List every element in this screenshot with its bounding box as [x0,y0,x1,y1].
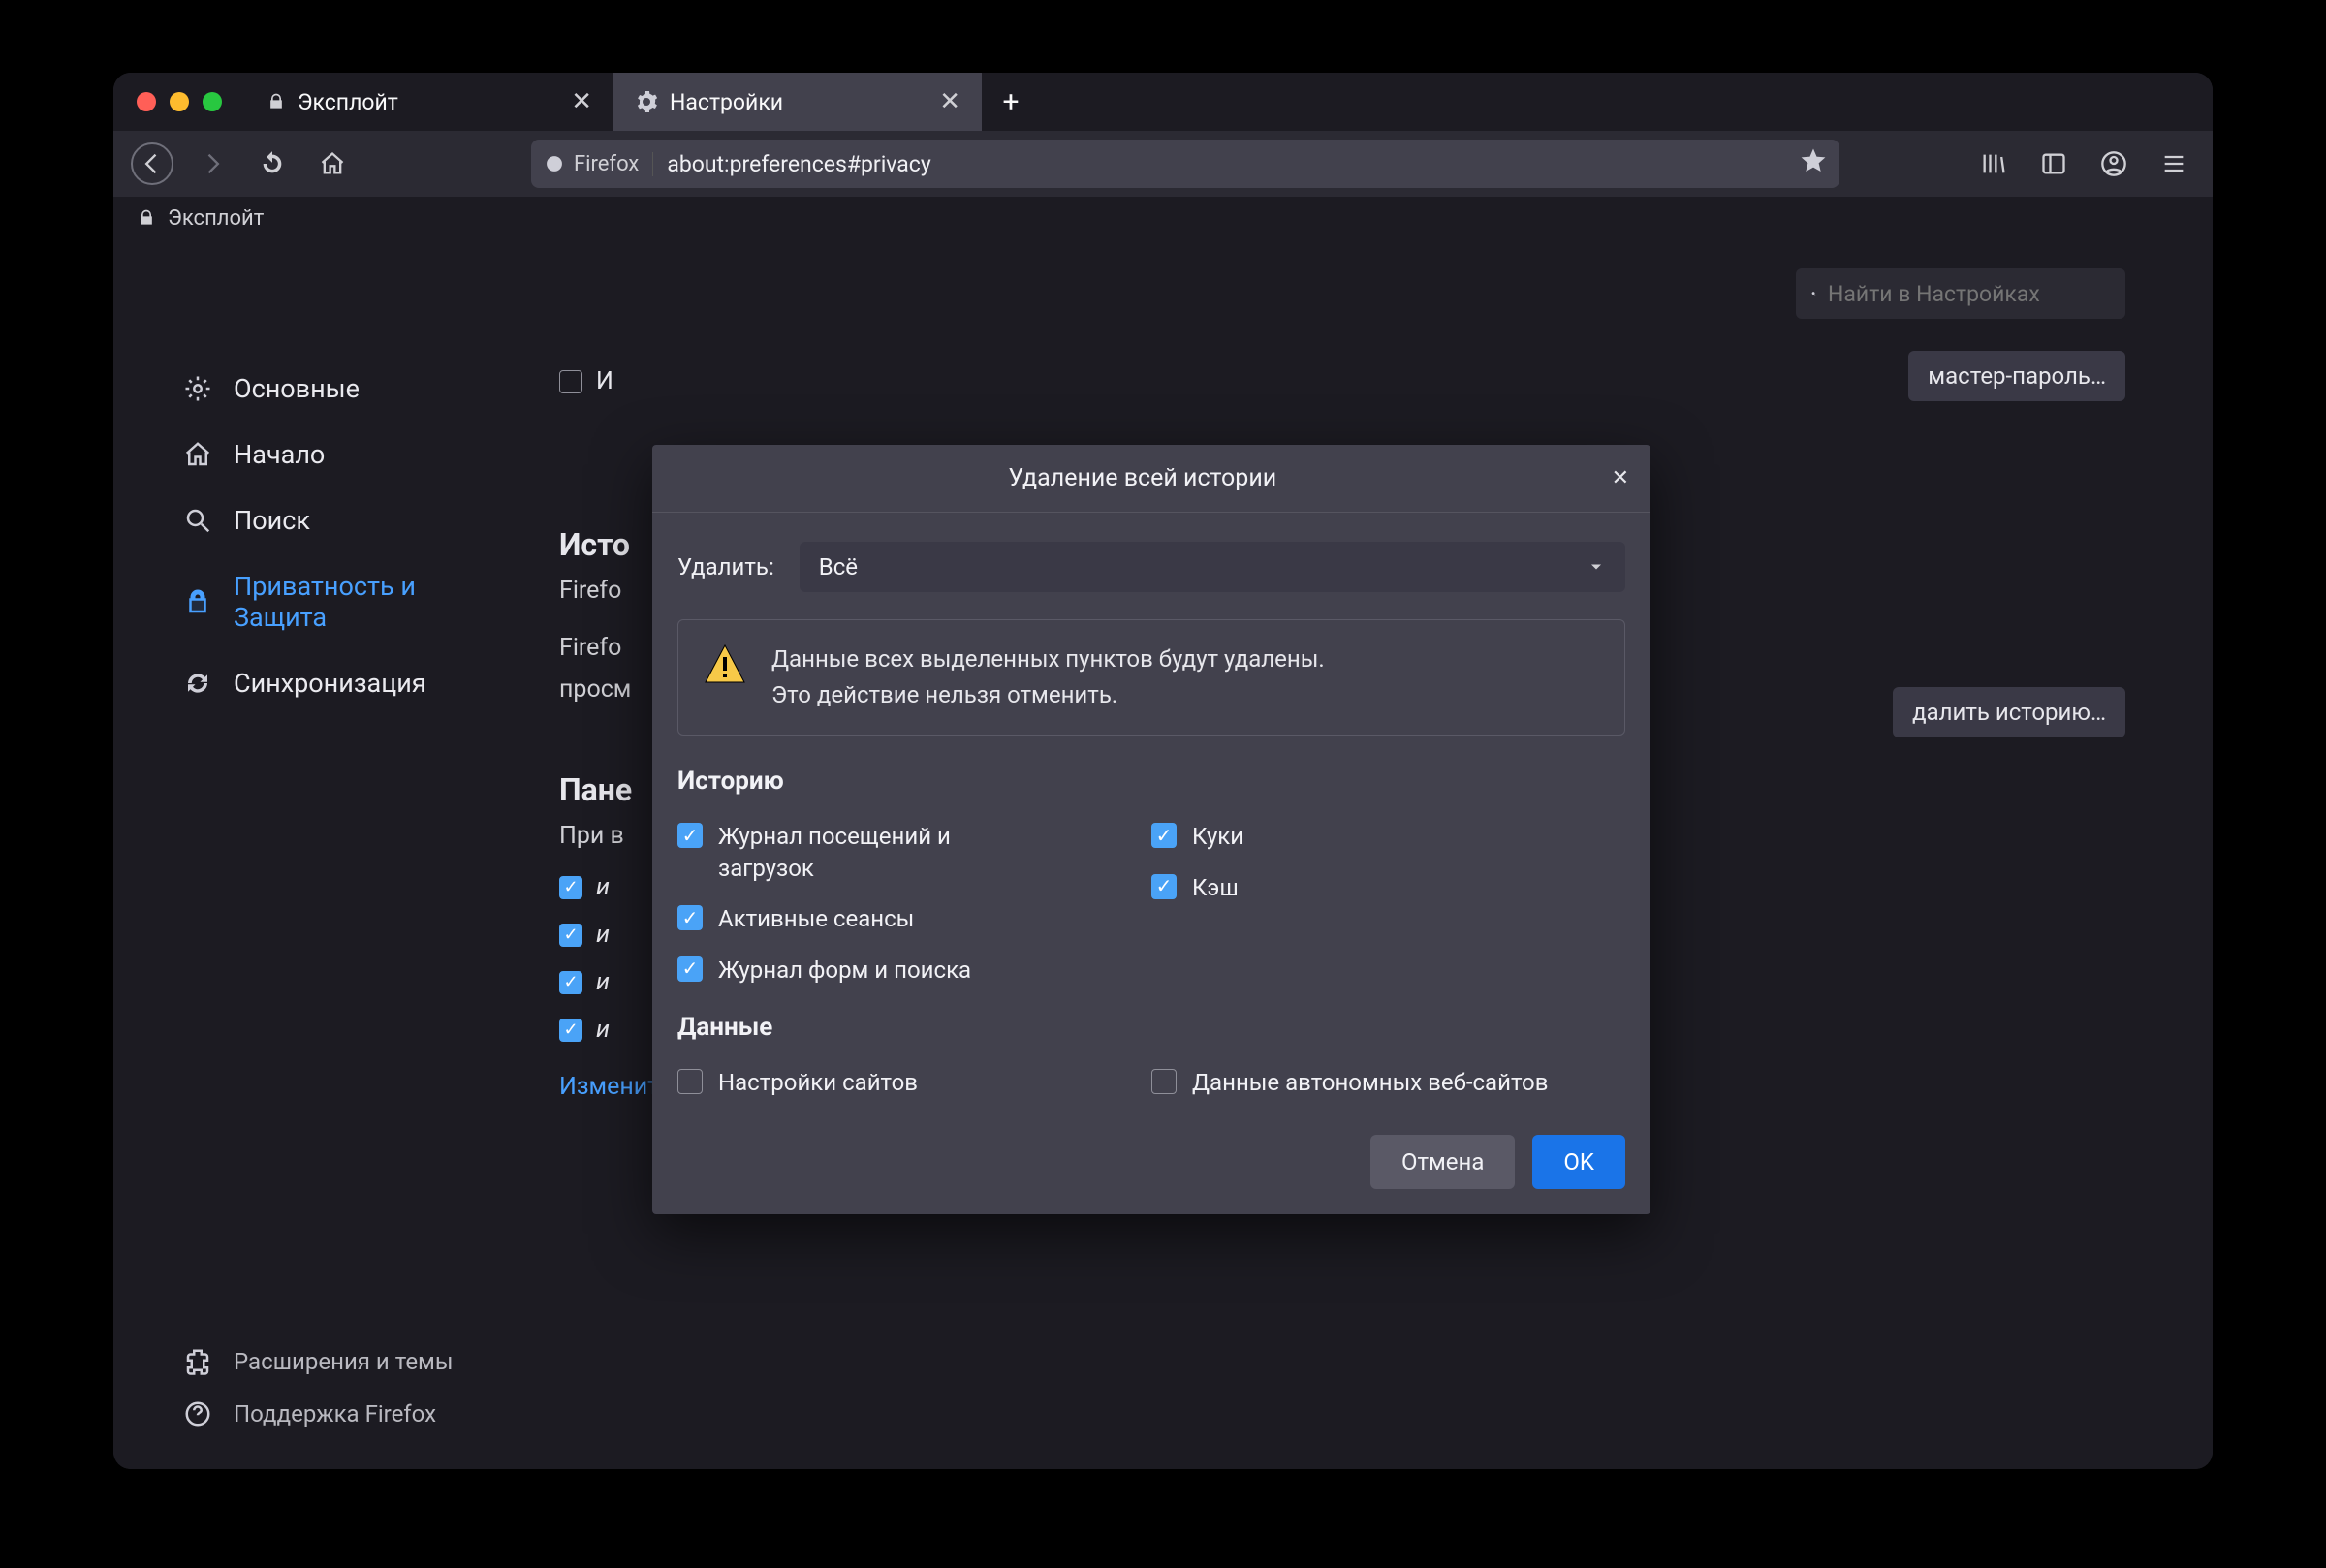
checkbox-sessions[interactable]: Активные сеансы [677,894,1151,944]
identity-label: Firefox [574,152,639,176]
master-password-button[interactable]: мастер-пароль… [1908,351,2125,401]
new-tab-button[interactable]: + [982,85,1040,119]
timerange-label: Удалить: [677,553,774,580]
checkbox-visits[interactable]: Журнал посещений и загрузок [677,811,1151,894]
search-icon [1811,284,1816,303]
home-button[interactable] [311,142,354,185]
close-icon[interactable]: ✕ [939,87,960,116]
tab-exploit[interactable]: Эксплойт ✕ [245,73,613,131]
cancel-button[interactable]: Отмена [1370,1135,1515,1189]
warning-line: Это действие нельзя отменить. [771,677,1325,713]
forward-button[interactable] [191,142,234,185]
dialog-titlebar: Удаление всей истории ✕ [652,445,1650,513]
checkbox-label: Журнал посещений и загрузок [718,821,990,884]
preferences-content: Основные Начало Поиск Приватность и Защи… [113,239,2213,1469]
sidebar-item-privacy[interactable]: Приватность и Защита [172,553,540,650]
checkbox-label: Куки [1192,821,1243,852]
checkbox-cookies[interactable]: Куки [1151,811,1625,862]
close-icon[interactable]: ✕ [1612,466,1629,490]
lock-icon [267,92,286,111]
sidebar-item-label: Приватность и Защита [234,571,486,633]
chevron-down-icon [1587,557,1606,577]
preferences-sidebar: Основные Начало Поиск Приватность и Защи… [113,239,559,1469]
warning-box: Данные всех выделенных пунктов будут уда… [677,619,1625,736]
select-value: Всё [819,553,858,580]
checkbox-label: Настройки сайтов [718,1067,918,1098]
group-heading-data: Данные [677,1013,1625,1042]
menu-icon[interactable] [2153,142,2195,185]
sidebar-item-label: Синхронизация [234,668,426,699]
tab-settings[interactable]: Настройки ✕ [613,73,982,131]
lock-icon [137,208,156,228]
sidebar-item-addons[interactable]: Расширения и темы [172,1335,465,1388]
back-button[interactable] [131,142,173,185]
tab-strip: Эксплойт ✕ Настройки ✕ + [113,73,2213,131]
maximize-window-icon[interactable] [203,92,222,111]
sidebar-item-home[interactable]: Начало [172,422,540,487]
warning-icon [702,642,748,688]
checkbox-offline-data[interactable]: Данные автономных веб-сайтов [1151,1057,1625,1108]
checkbox-label: Данные автономных веб-сайтов [1192,1067,1548,1098]
address-text: about:preferences#privacy [667,151,1787,177]
sidebar-icon[interactable] [2032,142,2075,185]
close-icon[interactable]: ✕ [571,87,592,116]
library-icon[interactable] [1972,142,2015,185]
checkbox-label: Журнал форм и поиска [718,955,971,986]
sidebar-item-label: Основные [234,373,360,404]
sidebar-item-label: Начало [234,439,325,470]
checkbox-label: Активные сеансы [718,903,914,934]
tab-label: Эксплойт [298,89,398,115]
account-icon[interactable] [2092,142,2135,185]
nav-toolbar: Firefox about:preferences#privacy [113,131,2213,197]
tab-label: Настройки [670,89,783,115]
checkbox-forms[interactable]: Журнал форм и поиска [677,945,1151,995]
clear-history-button[interactable]: далить историю… [1893,687,2125,737]
identity-box[interactable]: Firefox [545,152,653,176]
reload-button[interactable] [251,142,294,185]
browser-window: Эксплойт ✕ Настройки ✕ + Firefox [113,73,2213,1469]
sidebar-item-general[interactable]: Основные [172,356,540,422]
warning-line: Данные всех выделенных пунктов будут уда… [771,642,1325,677]
sidebar-item-search[interactable]: Поиск [172,487,540,553]
window-controls [113,92,245,111]
minimize-window-icon[interactable] [170,92,189,111]
gear-icon [635,90,658,113]
address-bar[interactable]: Firefox about:preferences#privacy [531,140,1839,188]
search-input[interactable] [1828,281,2110,307]
ok-button[interactable]: OK [1532,1135,1625,1189]
firefox-icon [545,154,564,173]
sidebar-item-label: Расширения и темы [234,1348,454,1375]
sidebar-item-label: Поддержка Firefox [234,1400,436,1427]
checkbox-site-settings[interactable]: Настройки сайтов [677,1057,1151,1108]
bookmark-star-icon[interactable] [1801,148,1826,179]
checkbox-label: Кэш [1192,872,1239,903]
breadcrumb-label: Эксплойт [168,206,264,231]
close-window-icon[interactable] [137,92,156,111]
dialog-title: Удаление всей истории [674,464,1612,492]
checkbox-cache[interactable]: Кэш [1151,862,1625,913]
checkbox-row[interactable]: И [559,358,613,405]
sidebar-item-sync[interactable]: Синхронизация [172,650,540,716]
timerange-select[interactable]: Всё [800,542,1625,592]
group-heading-history: Историю [677,767,1625,796]
breadcrumb: Эксплойт [113,197,2213,239]
settings-search[interactable] [1796,268,2125,319]
clear-history-dialog: Удаление всей истории ✕ Удалить: Всё [652,445,1650,1214]
sidebar-item-label: Поиск [234,505,310,536]
sidebar-item-support[interactable]: Поддержка Firefox [172,1388,465,1440]
